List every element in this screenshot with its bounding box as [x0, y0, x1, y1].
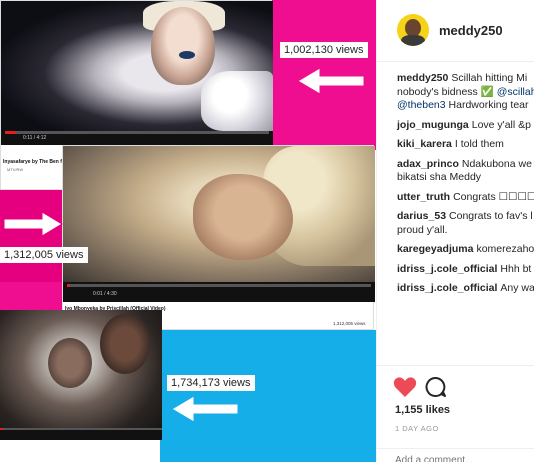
progress-fill-1: [5, 131, 16, 134]
video-frame-2: [63, 146, 375, 282]
add-comment-input[interactable]: [395, 455, 525, 462]
comment-text: Congrats ☐☐☐☐: [453, 190, 534, 203]
progress-track-2: [67, 284, 371, 287]
comment-text: Hardworking tear: [445, 99, 529, 111]
caption: meddy250 Scillah hitting Mi nobody's bidn…: [397, 72, 534, 113]
post-sidebar: meddy250 meddy250 Scillah hitting Mi nobo…: [376, 0, 534, 462]
post-actions: 1,155 likes 1 DAY AGO: [377, 365, 534, 462]
progress-fill-2: [67, 284, 71, 287]
arrow-left-icon: [297, 67, 365, 95]
progress-track-1: [5, 131, 269, 134]
comment-text: Scillah hitting Mi: [451, 72, 528, 84]
comment-continuation: bikatsi sha Meddy: [397, 171, 482, 183]
mention-link[interactable]: @theben3: [397, 99, 446, 111]
comment-user[interactable]: idriss_j.cole_official: [397, 263, 497, 275]
comment-item: adax_princo Ndakubona we bikatsi sha Medd…: [397, 158, 534, 185]
add-comment-area: [377, 448, 534, 462]
comment-item: utter_truth Congrats ☐☐☐☐: [397, 191, 534, 205]
video-screenshot-3: [0, 310, 162, 440]
likes-count[interactable]: 1,155 likes: [395, 404, 450, 416]
comment-user[interactable]: idriss_j.cole_official: [397, 282, 497, 294]
singer-lips: [179, 51, 195, 59]
comment-user[interactable]: darius_53: [397, 210, 446, 222]
video-channel-1: MTV/RW: [7, 167, 24, 172]
comment-icon[interactable]: [425, 376, 447, 398]
video-controls-3: [0, 428, 162, 440]
comment-text: Hhh bt h: [500, 262, 534, 275]
comment-text: nobody's bidness ✅: [397, 85, 497, 98]
comment-user[interactable]: meddy250: [397, 72, 448, 84]
comment-text: Any way: [500, 282, 534, 294]
progress-track-3: [0, 428, 162, 430]
progress-fill-3: [0, 428, 4, 430]
video-controls-2: 0:01 / 4:30: [63, 282, 375, 302]
mention-link[interactable]: @scillah: [497, 86, 534, 98]
arrow-right-icon: [3, 211, 63, 237]
comment-user[interactable]: utter_truth: [397, 191, 450, 203]
arrow-left-icon: [171, 395, 239, 423]
comment-continuation: proud y'all.: [397, 223, 448, 236]
views-label-1: 1,002,130 views: [280, 42, 368, 58]
comment-item: kiki_karera I told them: [397, 138, 534, 152]
post-age: 1 DAY AGO: [395, 424, 439, 433]
video-views-2: 1,312,005 views: [333, 321, 366, 326]
comments-list: meddy250 Scillah hitting Mi nobody's bidn…: [397, 72, 534, 302]
singer-face-2: [193, 174, 293, 260]
comment-user[interactable]: karegeyadjuma: [397, 243, 473, 255]
comment-item: idriss_j.cole_officialAny way: [397, 282, 534, 296]
comment-text: komerezaho: [476, 243, 534, 255]
singer-face: [151, 7, 215, 85]
video-controls-1: 0:11 / 4:12: [1, 131, 273, 145]
avatar-body: [401, 35, 425, 46]
comment-text: Love y'all &p: [471, 118, 531, 131]
comment-continuation: @theben3 Hardworking tear: [397, 99, 534, 113]
comment-text: Ndakubona we: [461, 157, 532, 170]
video-screenshot-2: 0:01 / 4:30 Iyo Mbonyeka by Priscillah (…: [62, 145, 375, 331]
comment-item: darius_53 Congrats to fav's l proud y'all…: [397, 210, 534, 237]
fur-coat: [201, 71, 273, 131]
comment-user[interactable]: jojo_mugunga: [397, 119, 469, 131]
face-left: [48, 338, 92, 388]
comment-text: Congrats to fav's l: [449, 210, 533, 222]
comment-text: I told them: [454, 138, 504, 150]
face-right: [100, 314, 150, 374]
comment-item: karegeyadjuma komerezaho: [397, 243, 534, 257]
views-label-3: 1,734,173 views: [167, 375, 255, 391]
avatar[interactable]: [397, 14, 429, 46]
comment-user[interactable]: adax_princo: [397, 158, 459, 170]
video-time-1: 0:11 / 4:12: [23, 135, 47, 141]
video-time-2: 0:01 / 4:30: [93, 291, 117, 297]
comment-item: idriss_j.cole_officialHhh bt h: [397, 263, 534, 277]
views-label-2: 1,312,005 views: [0, 247, 88, 263]
heart-icon[interactable]: [393, 376, 417, 398]
post-image-collage[interactable]: 0:11 / 4:12 Add to Share Inyasafarye by …: [0, 0, 376, 462]
username-link[interactable]: meddy250: [439, 23, 503, 38]
comment-user[interactable]: kiki_karera: [397, 138, 452, 150]
comment-item: jojo_mugunga Love y'all &p: [397, 119, 534, 133]
comment-continuation: nobody's bidness ✅ @scillah: [397, 86, 534, 100]
post-header: meddy250: [377, 0, 534, 62]
video-frame-1: [1, 1, 273, 131]
